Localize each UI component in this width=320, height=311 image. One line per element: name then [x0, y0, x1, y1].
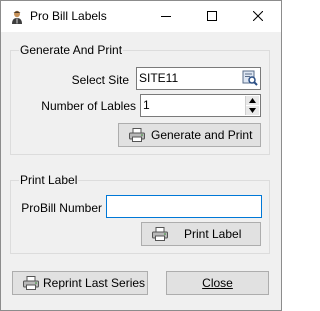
close-button-label: Close: [202, 276, 233, 290]
maximize-button[interactable]: [189, 1, 235, 32]
print-label-button-label: Print Label: [184, 227, 242, 241]
chevron-up-icon: [249, 98, 256, 103]
select-site-label: Select Site: [71, 73, 129, 87]
reprint-last-series-button[interactable]: Reprint Last Series: [12, 271, 148, 295]
select-site-value: SITE11: [139, 71, 179, 85]
printer-icon: [152, 227, 168, 241]
close-window-button[interactable]: [235, 1, 281, 32]
generate-and-print-group-title: Generate And Print: [19, 43, 124, 57]
print-label-group-title: Print Label: [19, 173, 79, 187]
probill-number-label: ProBill Number: [21, 201, 102, 215]
number-of-labels-value: 1: [143, 98, 150, 112]
generate-and-print-button-label: Generate and Print: [151, 128, 253, 142]
printer-icon: [129, 128, 145, 142]
spin-down-button[interactable]: [246, 106, 259, 115]
minimize-icon: [161, 16, 171, 17]
number-of-labels-stepper[interactable]: 1: [140, 94, 261, 117]
chevron-down-icon: [249, 108, 256, 113]
select-site-field[interactable]: SITE11: [136, 67, 261, 90]
number-of-labels-label: Number of Lables: [41, 99, 136, 113]
pro-bill-labels-window: Pro Bill Labels Generate And Print Selec…: [0, 0, 282, 311]
title-bar[interactable]: Pro Bill Labels: [1, 1, 281, 32]
minimize-button[interactable]: [143, 1, 189, 32]
printer-icon: [23, 276, 39, 290]
print-label-button[interactable]: Print Label: [141, 222, 261, 246]
spin-up-button[interactable]: [246, 96, 259, 105]
search-lookup-icon[interactable]: [242, 70, 258, 86]
probill-number-input[interactable]: [106, 195, 262, 218]
reprint-last-series-button-label: Reprint Last Series: [43, 276, 146, 290]
window-title: Pro Bill Labels: [30, 9, 107, 23]
spin-buttons: [245, 96, 259, 115]
generate-and-print-button[interactable]: Generate and Print: [118, 123, 261, 147]
maximize-icon: [207, 11, 217, 21]
close-button[interactable]: Close: [166, 271, 269, 295]
user-worker-icon: [9, 9, 25, 25]
close-icon: [253, 11, 263, 21]
